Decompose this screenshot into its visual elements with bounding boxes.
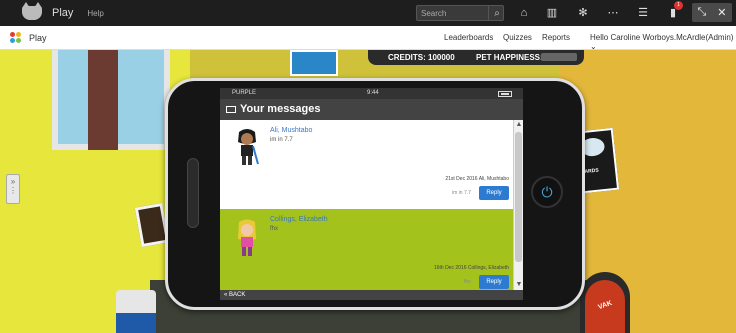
phone-status-bar: PURPLE 9:44 [220,88,523,99]
cat-logo-icon[interactable] [22,2,42,20]
battery-icon [498,91,512,97]
user-menu[interactable]: Hello Caroline Worboys.McArdle(Admin) ⌄ [590,33,736,51]
message-date: 16th Dec 2016 Collings, Elizabeth [433,265,509,271]
scroll-down-icon[interactable]: ▼ [514,280,523,290]
help-link[interactable]: Help [87,9,103,18]
book-icon[interactable]: ▥ [545,6,559,20]
power-icon[interactable]: ⏻ [531,176,563,208]
back-button[interactable]: « BACK [220,290,523,300]
top-bar: Play Help [0,0,736,26]
list-icon[interactable]: ☰ [636,6,650,20]
notification-badge: 1 [674,1,683,10]
message-item[interactable]: Ali, Mushtabo im in 7.7 21st Dec 2016 Al… [220,120,513,209]
message-preview: fhx [464,279,471,285]
close-icon[interactable]: ✕ [717,6,726,19]
nav-reports[interactable]: Reports [542,33,570,42]
message-item[interactable]: Collings, Elizabeth fhx 16th Dec 2016 Co… [220,209,513,290]
app-stage: BOARDS VAK » ⋮ Play Help Search ⌕ ⌂ ▥ ✻ ⋯… [0,0,736,333]
message-preview: im in 7.7 [452,190,471,196]
messages-header: Your messages [220,99,523,120]
expand-icon[interactable]: ⤡ [697,6,706,19]
room-vacuum-robot: VAK [580,272,630,333]
pet-happiness-bar [541,53,577,61]
room-tree-trunk [88,50,118,150]
credits-value: CREDITS: 100000 [388,53,455,62]
recycle-icon[interactable]: ✻ [576,6,590,20]
scroll-thumb[interactable] [515,132,522,262]
envelope-icon [226,106,236,113]
message-date: 21st Dec 2016 Ali, Mushtabo [445,176,509,182]
room-paint-bucket [116,290,156,333]
avatar [234,128,260,168]
message-body: im in 7.7 [270,137,293,143]
messages-title: Your messages [240,103,321,115]
carrier-label: PURPLE [232,90,257,96]
side-panel-toggle[interactable]: » ⋮ [6,174,20,204]
home-icon[interactable]: ⌂ [517,6,531,20]
window-controls: ⤡ ✕ [692,3,732,22]
nav-quizzes[interactable]: Quizzes [503,33,532,42]
avatar [234,219,260,259]
message-body: fhx [270,226,279,232]
search-icon[interactable]: ⌕ [488,5,505,21]
message-sender[interactable]: Ali, Mushtabo [270,127,312,134]
robot-label: VAK [597,299,614,312]
nav-title[interactable]: Play [29,33,47,43]
grid-icon[interactable]: ⋯ [606,6,620,20]
message-sender[interactable]: Collings, Elizabeth [270,216,328,223]
scroll-up-icon[interactable]: ▲ [514,120,523,130]
pet-happiness-label: PET HAPPINESS: [476,53,543,62]
app-name[interactable]: Play [52,7,73,19]
reply-button[interactable]: Reply [479,186,509,200]
reply-button[interactable]: Reply [479,275,509,289]
credits-strip: CREDITS: 100000 PET HAPPINESS: [368,50,584,65]
play-logo-icon[interactable] [10,32,22,44]
phone-side-slot [187,158,199,228]
messages-scrollbar[interactable]: ▲ ▼ [513,120,523,290]
nav-bar: Play Leaderboards Quizzes Reports Hello … [0,26,736,51]
room-poster-top [290,50,338,76]
phone-time: 9:44 [367,90,379,96]
phone-screen: PURPLE 9:44 Your messages Ali, Mushtabo … [220,88,523,300]
nav-leaderboards[interactable]: Leaderboards [444,33,493,42]
